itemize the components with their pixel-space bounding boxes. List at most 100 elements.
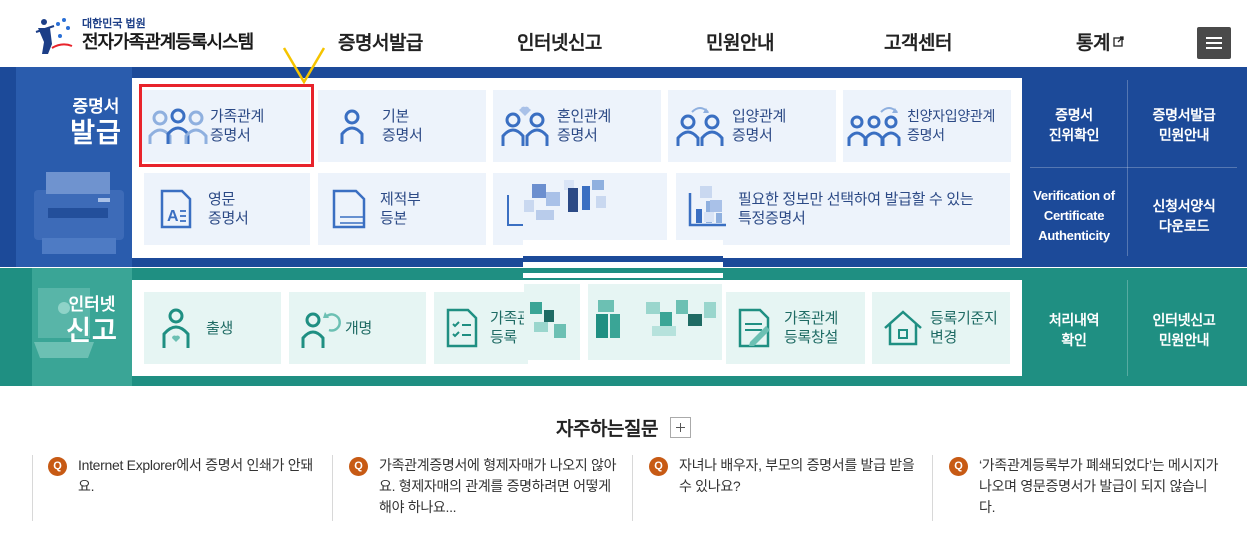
- nav-civil-guide[interactable]: 민원안내: [706, 28, 774, 55]
- stripe-white: [523, 273, 723, 278]
- side-verification-of-certificate[interactable]: Verification of Certificate Authenticity: [1024, 180, 1124, 252]
- checklist-icon: [446, 308, 478, 348]
- card-label-line2: 등록창설: [784, 329, 839, 346]
- faq-q-badge: Q: [349, 457, 368, 476]
- side-label-line1: 증명서발급: [1152, 107, 1216, 123]
- card-basic-cert[interactable]: 기본 증명서: [318, 90, 486, 162]
- card-label-line2: 증명서: [208, 210, 249, 227]
- faq-question: 가족관계증명서에 형제자매가 나오지 않아요. 형제자매의 관계를 증명하려면 …: [379, 457, 617, 515]
- side-label-line2: Certificate: [1043, 208, 1105, 223]
- side-label-line1: Verification of: [1033, 188, 1115, 203]
- side-application-form-download[interactable]: 신청서양식다운로드: [1130, 180, 1238, 252]
- side-divider: [1127, 80, 1128, 256]
- pixelated-area: [524, 284, 580, 360]
- faq-q-badge: Q: [48, 457, 67, 476]
- side-divider: [1127, 280, 1128, 376]
- side-label-line1: 처리내역: [1048, 312, 1100, 328]
- card-adoption-cert[interactable]: 입양관계 증명서: [668, 90, 836, 162]
- card-rename-report[interactable]: 개명: [289, 292, 426, 364]
- card-birth-report[interactable]: 출생: [144, 292, 281, 364]
- card-label-line1: 필요한 정보만 선택하여 발급할 수 있는: [738, 191, 974, 208]
- side-cert-issue-guide[interactable]: 증명서발급민원안내: [1130, 90, 1238, 160]
- side-divider: [1030, 167, 1237, 168]
- side-label-line1: 인터넷신고: [1152, 312, 1216, 328]
- card-english-cert[interactable]: A 영문 증명서: [144, 173, 310, 245]
- nav-internet-report[interactable]: 인터넷신고: [517, 28, 602, 55]
- card-marriage-cert[interactable]: 혼인관계 증명서: [493, 90, 661, 162]
- faq-section-title: 자주하는질문: [0, 414, 1247, 441]
- card-label-line1: 영문: [208, 191, 236, 208]
- card-label-line2: 증명서: [907, 127, 945, 143]
- card-specific-cert[interactable]: 필요한 정보만 선택하여 발급할 수 있는 특정증명서: [676, 173, 1010, 245]
- faq-question: Internet Explorer에서 증명서 인쇄가 안돼요.: [78, 457, 313, 494]
- side-label-line2: 민원안내: [1158, 127, 1210, 143]
- card-label: 제적부 등본: [380, 190, 421, 228]
- faq-divider: [32, 455, 33, 521]
- hamburger-icon: [1206, 37, 1222, 39]
- svg-text:A: A: [167, 208, 179, 225]
- card-label: 입양관계 증명서: [732, 107, 786, 145]
- card-family-relation-cert[interactable]: 가족관계 증명서: [142, 90, 310, 162]
- card-label-line1: 가족관계: [784, 310, 839, 327]
- nav-statistics[interactable]: 통계: [1076, 28, 1124, 55]
- pixelated-area: [588, 284, 722, 360]
- adoption-icon: [676, 107, 724, 146]
- faq-title-text: 자주하는질문: [556, 419, 658, 440]
- faq-item[interactable]: Q 자녀나 배우자, 부모의 증명서를 발급 받을 수 있나요?: [633, 455, 923, 521]
- card-label-line2: 증명서: [210, 127, 251, 144]
- hamburger-icon-line: [1206, 47, 1222, 49]
- house-icon: [884, 310, 922, 346]
- card-label: 친양자입양관계 증명서: [907, 107, 995, 145]
- faq-more-button[interactable]: [669, 417, 691, 438]
- side-processing-history[interactable]: 처리내역확인: [1024, 294, 1124, 366]
- nav-customer-center[interactable]: 고객센터: [884, 28, 952, 55]
- family-icon: [148, 108, 208, 144]
- side-label-line1: 증명서: [1055, 107, 1093, 123]
- logo-subtitle: 대한민국 법원: [82, 18, 146, 30]
- card-label-line1: 개명: [345, 319, 373, 337]
- nav-statistics-label: 통계: [1076, 33, 1110, 54]
- side-label-line2: 확인: [1061, 332, 1087, 348]
- card-register-creation[interactable]: 가족관계 등록창설: [726, 292, 865, 364]
- side-cert-authenticity-check[interactable]: 증명서 진위확인: [1024, 90, 1124, 160]
- card-label-line2: 증명서: [557, 127, 598, 144]
- full-adoption-icon: [847, 107, 901, 146]
- card-label-line1: 가족관: [490, 310, 528, 327]
- card-label-line2: 특정증명서: [738, 210, 806, 227]
- faq-item[interactable]: Q Internet Explorer에서 증명서 인쇄가 안돼요.: [32, 455, 322, 521]
- card-full-adoption-cert[interactable]: 친양자입양관계 증명서: [843, 90, 1011, 162]
- card-label: 기본 증명서: [382, 107, 423, 145]
- printer-icon: [34, 172, 124, 254]
- court-emblem-icon: [35, 18, 73, 54]
- card-label: 출생: [206, 319, 233, 338]
- side-label-line2: 다운로드: [1158, 218, 1210, 234]
- nav-certificate-issue[interactable]: 증명서발급: [338, 28, 423, 55]
- faq-item[interactable]: Q 가족관계증명서에 형제자매가 나오지 않아요. 형제자매의 관계를 증명하려…: [333, 455, 623, 521]
- faq-item[interactable]: Q ‘가족관계등록부가 폐쇄되었다’는 메시지가 나오며 영문증명서가 발급이 …: [933, 455, 1223, 521]
- birth-icon: [162, 308, 190, 348]
- document-icon: [507, 195, 523, 226]
- card-family-register-report[interactable]: 가족관 등록: [434, 292, 528, 364]
- hamburger-icon-line: [1206, 42, 1222, 44]
- side-internet-report-guide[interactable]: 인터넷신고 민원안내: [1130, 294, 1238, 366]
- hamburger-menu-button[interactable]: [1197, 27, 1231, 59]
- faq-question: 자녀나 배우자, 부모의 증명서를 발급 받을 수 있나요?: [679, 457, 915, 494]
- english-doc-icon: A: [160, 189, 192, 229]
- faq-q-badge: Q: [649, 457, 668, 476]
- side-label-line1: 신청서양식: [1152, 198, 1216, 214]
- stripe-white: [523, 240, 723, 256]
- person-icon: [340, 109, 364, 144]
- card-label: 개명: [345, 319, 372, 338]
- pixelated-area: [700, 186, 724, 226]
- card-label-line1: 등록기준지: [930, 310, 998, 327]
- card-removed-register[interactable]: 제적부 등본: [318, 173, 486, 245]
- side-label-line3: Authenticity: [1038, 228, 1110, 243]
- pixelated-area: [524, 176, 614, 238]
- card-register-base-change[interactable]: 등록기준지 변경: [872, 292, 1010, 364]
- marriage-icon: [501, 106, 549, 146]
- site-logo[interactable]: 대한민국 법원 전자가족관계등록시스템: [32, 14, 254, 56]
- card-label-line1: 친양자입양관계: [907, 108, 996, 124]
- rename-icon: [301, 312, 341, 348]
- faq-q-badge: Q: [949, 457, 968, 476]
- card-label-line1: 가족관계: [210, 108, 265, 125]
